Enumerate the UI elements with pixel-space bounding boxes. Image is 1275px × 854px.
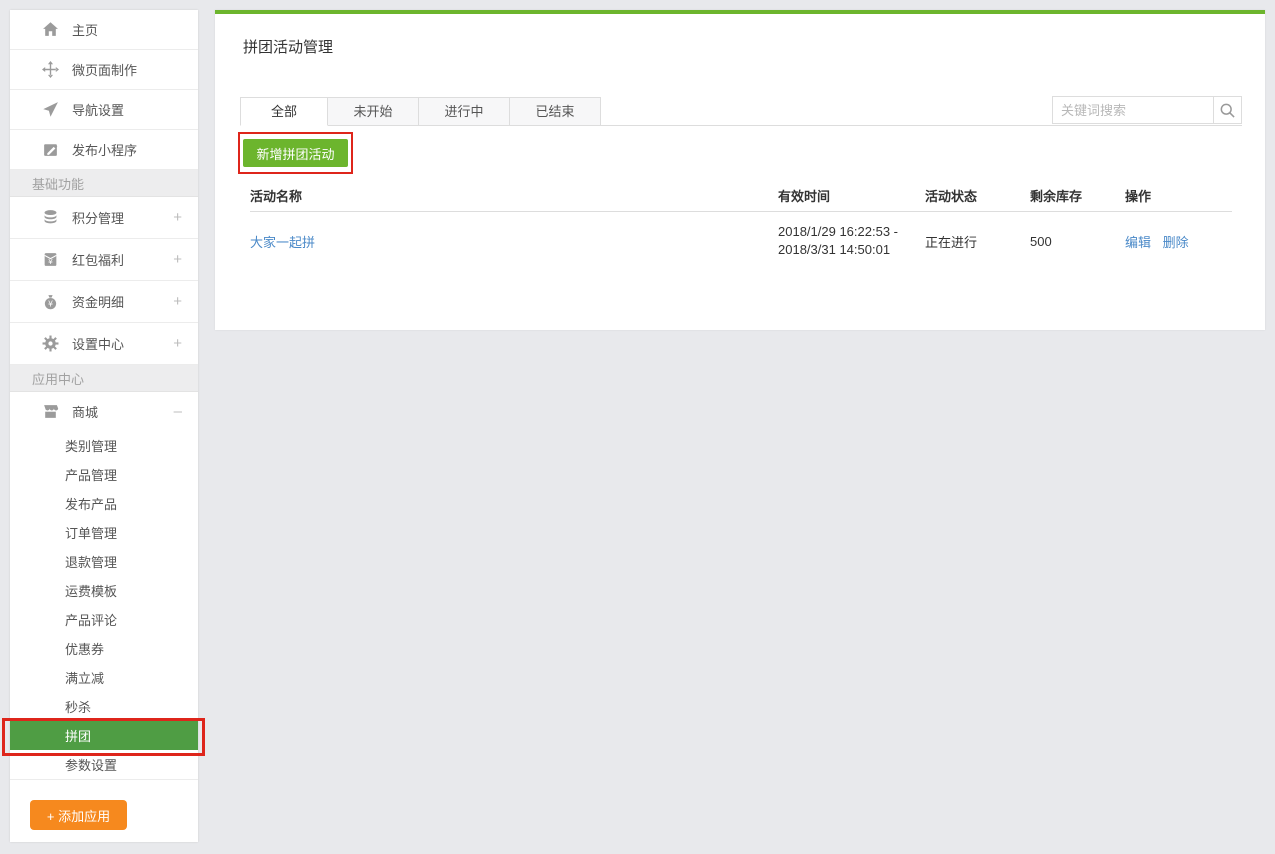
table-header-row: 活动名称 有效时间 活动状态 剩余库存 操作 [250, 186, 1232, 212]
valid-time-cell: 2018/1/29 16:22:53 - 2018/3/31 14:50:01 [778, 223, 925, 259]
sidebar-item-publish-miniprogram[interactable]: 发布小程序 [10, 130, 198, 170]
subitem-product-reviews[interactable]: 产品评论 [10, 605, 198, 634]
expand-plus-icon[interactable]: + [173, 335, 182, 352]
subitem-category-management[interactable]: 类别管理 [10, 431, 198, 460]
gear-icon [42, 335, 59, 352]
tab-all[interactable]: 全部 [240, 97, 328, 126]
subitem-refund-management[interactable]: 退款管理 [10, 547, 198, 576]
navigation-icon [42, 101, 59, 118]
home-icon [42, 21, 59, 38]
sidebar-item-label: 资金明细 [72, 292, 124, 311]
sidebar-item-label: 导航设置 [72, 100, 124, 119]
subitem-publish-product[interactable]: 发布产品 [10, 489, 198, 518]
page-title: 拼团活动管理 [243, 36, 333, 57]
subitem-flash-sale[interactable]: 秒杀 [10, 692, 198, 721]
col-header-valid-time: 有效时间 [778, 186, 925, 211]
move-icon [42, 61, 59, 78]
col-header-operations: 操作 [1125, 186, 1232, 211]
new-group-activity-button[interactable]: 新增拼团活动 [243, 139, 348, 167]
subitem-group-buy-selected[interactable]: 拼团 [10, 721, 198, 750]
money-bag-icon: ¥ [42, 293, 59, 310]
add-app-button[interactable]: + 添加应用 [30, 800, 127, 830]
search-button[interactable] [1213, 97, 1241, 123]
status-cell: 正在进行 [925, 232, 1030, 251]
stock-cell: 500 [1030, 234, 1125, 249]
col-header-remaining-stock: 剩余库存 [1030, 186, 1125, 211]
sidebar-item-label: 积分管理 [72, 208, 124, 227]
tab-ended[interactable]: 已结束 [510, 97, 601, 126]
sidebar-item-label: 红包福利 [72, 250, 124, 269]
red-envelope-icon: ¥ [42, 251, 59, 268]
col-header-activity-status: 活动状态 [925, 186, 1030, 211]
activity-name-link[interactable]: 大家一起拼 [250, 235, 315, 250]
subitem-full-reduction[interactable]: 满立减 [10, 663, 198, 692]
sidebar-item-funds-detail[interactable]: ¥ 资金明细 + [10, 281, 198, 323]
collapse-minus-icon[interactable]: – [174, 403, 182, 420]
sidebar-item-shop[interactable]: 商城 – [10, 392, 198, 431]
activity-table: 活动名称 有效时间 活动状态 剩余库存 操作 大家一起拼 2018/1/29 1… [250, 186, 1232, 270]
sidebar-divider [10, 779, 198, 780]
subitem-coupons[interactable]: 优惠券 [10, 634, 198, 663]
table-row: 大家一起拼 2018/1/29 16:22:53 - 2018/3/31 14:… [250, 212, 1232, 270]
keyword-search [1052, 96, 1242, 124]
sidebar-item-label: 微页面制作 [72, 60, 137, 79]
col-header-activity-name: 活动名称 [250, 186, 778, 211]
subitem-shipping-template[interactable]: 运费模板 [10, 576, 198, 605]
tab-in-progress[interactable]: 进行中 [419, 97, 510, 126]
tab-not-started[interactable]: 未开始 [328, 97, 419, 126]
sidebar-item-label: 设置中心 [72, 334, 124, 353]
search-icon [1219, 102, 1236, 119]
edit-link[interactable]: 编辑 [1125, 235, 1151, 250]
svg-text:¥: ¥ [48, 299, 53, 308]
edit-icon [42, 141, 59, 158]
subitem-product-management[interactable]: 产品管理 [10, 460, 198, 489]
subitem-parameter-settings[interactable]: 参数设置 [10, 750, 198, 779]
sidebar-item-micropage[interactable]: 微页面制作 [10, 50, 198, 90]
coins-icon [42, 209, 59, 226]
sidebar-item-label: 商城 [72, 402, 98, 421]
operations-cell: 编辑 删除 [1125, 232, 1232, 251]
sidebar-item-points-management[interactable]: 积分管理 + [10, 197, 198, 239]
subitem-order-management[interactable]: 订单管理 [10, 518, 198, 547]
sidebar: 主页 微页面制作 导航设置 发布小程序 基础功能 积分管理 + ¥ 红包福利 + [10, 10, 198, 842]
svg-text:¥: ¥ [48, 257, 53, 266]
section-header-app-center: 应用中心 [10, 365, 198, 392]
sidebar-item-red-packet[interactable]: ¥ 红包福利 + [10, 239, 198, 281]
shop-submenu: 类别管理 产品管理 发布产品 订单管理 退款管理 运费模板 产品评论 优惠券 满… [10, 431, 198, 779]
sidebar-item-home[interactable]: 主页 [10, 10, 198, 50]
status-tabs: 全部 未开始 进行中 已结束 [240, 97, 601, 126]
delete-link[interactable]: 删除 [1163, 235, 1189, 250]
expand-plus-icon[interactable]: + [173, 251, 182, 268]
search-input[interactable] [1053, 97, 1213, 123]
sidebar-item-settings-center[interactable]: 设置中心 + [10, 323, 198, 365]
expand-plus-icon[interactable]: + [173, 293, 182, 310]
shop-icon [42, 403, 59, 420]
main-panel: 拼团活动管理 全部 未开始 进行中 已结束 新增拼团活动 活动名称 有效时间 活… [215, 10, 1265, 330]
sidebar-item-label: 发布小程序 [72, 140, 137, 159]
section-header-basic-functions: 基础功能 [10, 170, 198, 197]
sidebar-item-nav-settings[interactable]: 导航设置 [10, 90, 198, 130]
sidebar-item-label: 主页 [72, 20, 98, 39]
expand-plus-icon[interactable]: + [173, 209, 182, 226]
